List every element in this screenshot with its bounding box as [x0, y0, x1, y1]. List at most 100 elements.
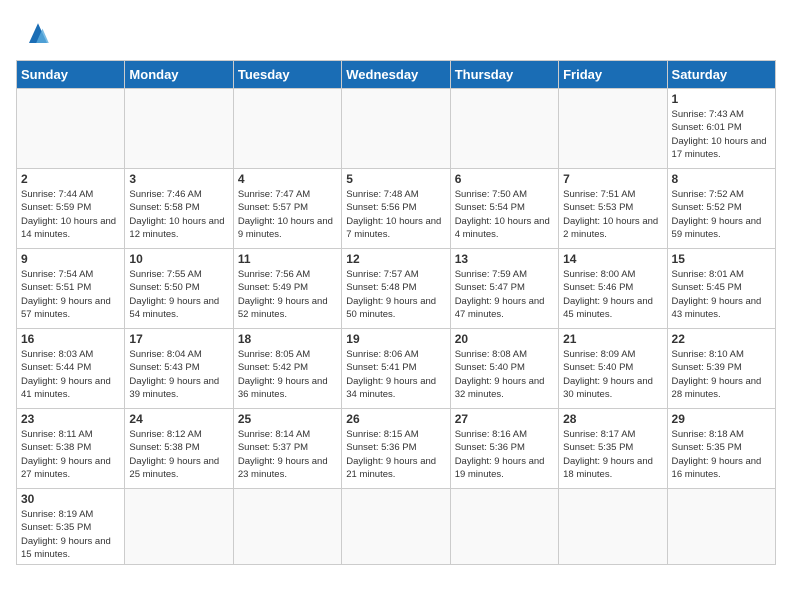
day-info: Sunrise: 7:51 AM Sunset: 5:53 PM Dayligh… [563, 188, 662, 241]
day-info: Sunrise: 7:47 AM Sunset: 5:57 PM Dayligh… [238, 188, 337, 241]
day-info: Sunrise: 7:57 AM Sunset: 5:48 PM Dayligh… [346, 268, 445, 321]
day-number: 29 [672, 412, 771, 426]
calendar-day-28: 28 Sunrise: 8:17 AM Sunset: 5:35 PM Dayli… [559, 409, 667, 489]
day-info: Sunrise: 8:17 AM Sunset: 5:35 PM Dayligh… [563, 428, 662, 481]
calendar-day-empty [559, 489, 667, 565]
calendar-day-23: 23Sunrise: 8:11 AM Sunset: 5:38 PM Dayli… [17, 409, 125, 489]
day-info: Sunrise: 8:10 AM Sunset: 5:39 PM Dayligh… [672, 348, 771, 401]
calendar-day-10: 10 Sunrise: 7:55 AM Sunset: 5:50 PM Dayli… [125, 249, 233, 329]
calendar-week-5: 23Sunrise: 8:11 AM Sunset: 5:38 PM Dayli… [17, 409, 776, 489]
day-number: 19 [346, 332, 445, 346]
calendar-day-18: 18Sunrise: 8:05 AM Sunset: 5:42 PM Dayli… [233, 329, 341, 409]
day-info: Sunrise: 7:55 AM Sunset: 5:50 PM Dayligh… [129, 268, 228, 321]
calendar-day-1: 1 Sunrise: 7:43 AM Sunset: 6:01 PM Daylig… [667, 89, 775, 169]
logo [16, 16, 56, 52]
calendar-day-empty [233, 89, 341, 169]
calendar-day-16: 16Sunrise: 8:03 AM Sunset: 5:44 PM Dayli… [17, 329, 125, 409]
day-number: 6 [455, 172, 554, 186]
calendar-day-17: 17 Sunrise: 8:04 AM Sunset: 5:43 PM Dayli… [125, 329, 233, 409]
calendar-day-24: 24Sunrise: 8:12 AM Sunset: 5:38 PM Dayli… [125, 409, 233, 489]
day-number: 3 [129, 172, 228, 186]
calendar-day-29: 29 Sunrise: 8:18 AM Sunset: 5:35 PM Dayli… [667, 409, 775, 489]
calendar-week-6: 30 Sunrise: 8:19 AM Sunset: 5:35 PM Dayli… [17, 489, 776, 565]
day-number: 13 [455, 252, 554, 266]
day-number: 11 [238, 252, 337, 266]
calendar-day-12: 12Sunrise: 7:57 AM Sunset: 5:48 PM Dayli… [342, 249, 450, 329]
day-number: 25 [238, 412, 337, 426]
calendar-day-25: 25 Sunrise: 8:14 AM Sunset: 5:37 PM Dayli… [233, 409, 341, 489]
day-number: 26 [346, 412, 445, 426]
calendar-day-8: 8 Sunrise: 7:52 AM Sunset: 5:52 PM Daylig… [667, 169, 775, 249]
day-number: 1 [672, 92, 771, 106]
day-number: 5 [346, 172, 445, 186]
calendar-day-empty [667, 489, 775, 565]
day-number: 10 [129, 252, 228, 266]
day-number: 17 [129, 332, 228, 346]
day-number: 28 [563, 412, 662, 426]
calendar-day-11: 11 Sunrise: 7:56 AM Sunset: 5:49 PM Dayli… [233, 249, 341, 329]
day-info: Sunrise: 8:19 AM Sunset: 5:35 PM Dayligh… [21, 508, 120, 561]
day-info: Sunrise: 7:52 AM Sunset: 5:52 PM Dayligh… [672, 188, 771, 241]
calendar-day-empty [233, 489, 341, 565]
day-info: Sunrise: 7:46 AM Sunset: 5:58 PM Dayligh… [129, 188, 228, 241]
page-header [16, 16, 776, 52]
calendar-day-empty [450, 89, 558, 169]
day-info: Sunrise: 8:05 AM Sunset: 5:42 PM Dayligh… [238, 348, 337, 401]
calendar-day-7: 7Sunrise: 7:51 AM Sunset: 5:53 PM Daylig… [559, 169, 667, 249]
calendar-table: SundayMondayTuesdayWednesdayThursdayFrid… [16, 60, 776, 565]
calendar-day-6: 6Sunrise: 7:50 AM Sunset: 5:54 PM Daylig… [450, 169, 558, 249]
day-info: Sunrise: 8:15 AM Sunset: 5:36 PM Dayligh… [346, 428, 445, 481]
day-info: Sunrise: 8:09 AM Sunset: 5:40 PM Dayligh… [563, 348, 662, 401]
logo-icon [20, 16, 56, 52]
calendar-day-21: 21 Sunrise: 8:09 AM Sunset: 5:40 PM Dayli… [559, 329, 667, 409]
day-info: Sunrise: 7:48 AM Sunset: 5:56 PM Dayligh… [346, 188, 445, 241]
calendar-day-empty [125, 89, 233, 169]
weekday-header-saturday: Saturday [667, 61, 775, 89]
calendar-day-empty [17, 89, 125, 169]
day-number: 4 [238, 172, 337, 186]
day-info: Sunrise: 8:00 AM Sunset: 5:46 PM Dayligh… [563, 268, 662, 321]
calendar-day-27: 27Sunrise: 8:16 AM Sunset: 5:36 PM Dayli… [450, 409, 558, 489]
calendar-day-empty [559, 89, 667, 169]
day-info: Sunrise: 7:44 AM Sunset: 5:59 PM Dayligh… [21, 188, 120, 241]
calendar-day-2: 2 Sunrise: 7:44 AM Sunset: 5:59 PM Daylig… [17, 169, 125, 249]
day-info: Sunrise: 8:18 AM Sunset: 5:35 PM Dayligh… [672, 428, 771, 481]
day-number: 15 [672, 252, 771, 266]
day-number: 2 [21, 172, 120, 186]
day-info: Sunrise: 7:54 AM Sunset: 5:51 PM Dayligh… [21, 268, 120, 321]
day-info: Sunrise: 8:14 AM Sunset: 5:37 PM Dayligh… [238, 428, 337, 481]
day-info: Sunrise: 7:43 AM Sunset: 6:01 PM Dayligh… [672, 108, 771, 161]
calendar-week-3: 9 Sunrise: 7:54 AM Sunset: 5:51 PM Daylig… [17, 249, 776, 329]
calendar-day-26: 26 Sunrise: 8:15 AM Sunset: 5:36 PM Dayli… [342, 409, 450, 489]
calendar-day-15: 15 Sunrise: 8:01 AM Sunset: 5:45 PM Dayli… [667, 249, 775, 329]
calendar-day-13: 13 Sunrise: 7:59 AM Sunset: 5:47 PM Dayli… [450, 249, 558, 329]
calendar-day-14: 14 Sunrise: 8:00 AM Sunset: 5:46 PM Dayli… [559, 249, 667, 329]
weekday-header-tuesday: Tuesday [233, 61, 341, 89]
day-number: 24 [129, 412, 228, 426]
calendar-day-4: 4 Sunrise: 7:47 AM Sunset: 5:57 PM Daylig… [233, 169, 341, 249]
day-info: Sunrise: 8:08 AM Sunset: 5:40 PM Dayligh… [455, 348, 554, 401]
calendar-day-20: 20 Sunrise: 8:08 AM Sunset: 5:40 PM Dayli… [450, 329, 558, 409]
weekday-header-sunday: Sunday [17, 61, 125, 89]
day-info: Sunrise: 7:56 AM Sunset: 5:49 PM Dayligh… [238, 268, 337, 321]
day-info: Sunrise: 8:04 AM Sunset: 5:43 PM Dayligh… [129, 348, 228, 401]
calendar-day-empty [450, 489, 558, 565]
calendar-day-5: 5 Sunrise: 7:48 AM Sunset: 5:56 PM Daylig… [342, 169, 450, 249]
weekday-header-thursday: Thursday [450, 61, 558, 89]
calendar-day-empty [125, 489, 233, 565]
day-info: Sunrise: 8:01 AM Sunset: 5:45 PM Dayligh… [672, 268, 771, 321]
day-number: 9 [21, 252, 120, 266]
day-number: 20 [455, 332, 554, 346]
day-number: 8 [672, 172, 771, 186]
weekday-header-monday: Monday [125, 61, 233, 89]
day-number: 16 [21, 332, 120, 346]
calendar-day-19: 19Sunrise: 8:06 AM Sunset: 5:41 PM Dayli… [342, 329, 450, 409]
calendar-week-1: 1 Sunrise: 7:43 AM Sunset: 6:01 PM Daylig… [17, 89, 776, 169]
weekday-header-row: SundayMondayTuesdayWednesdayThursdayFrid… [17, 61, 776, 89]
calendar-week-4: 16Sunrise: 8:03 AM Sunset: 5:44 PM Dayli… [17, 329, 776, 409]
day-number: 30 [21, 492, 120, 506]
day-number: 22 [672, 332, 771, 346]
day-number: 14 [563, 252, 662, 266]
day-number: 21 [563, 332, 662, 346]
day-info: Sunrise: 7:59 AM Sunset: 5:47 PM Dayligh… [455, 268, 554, 321]
